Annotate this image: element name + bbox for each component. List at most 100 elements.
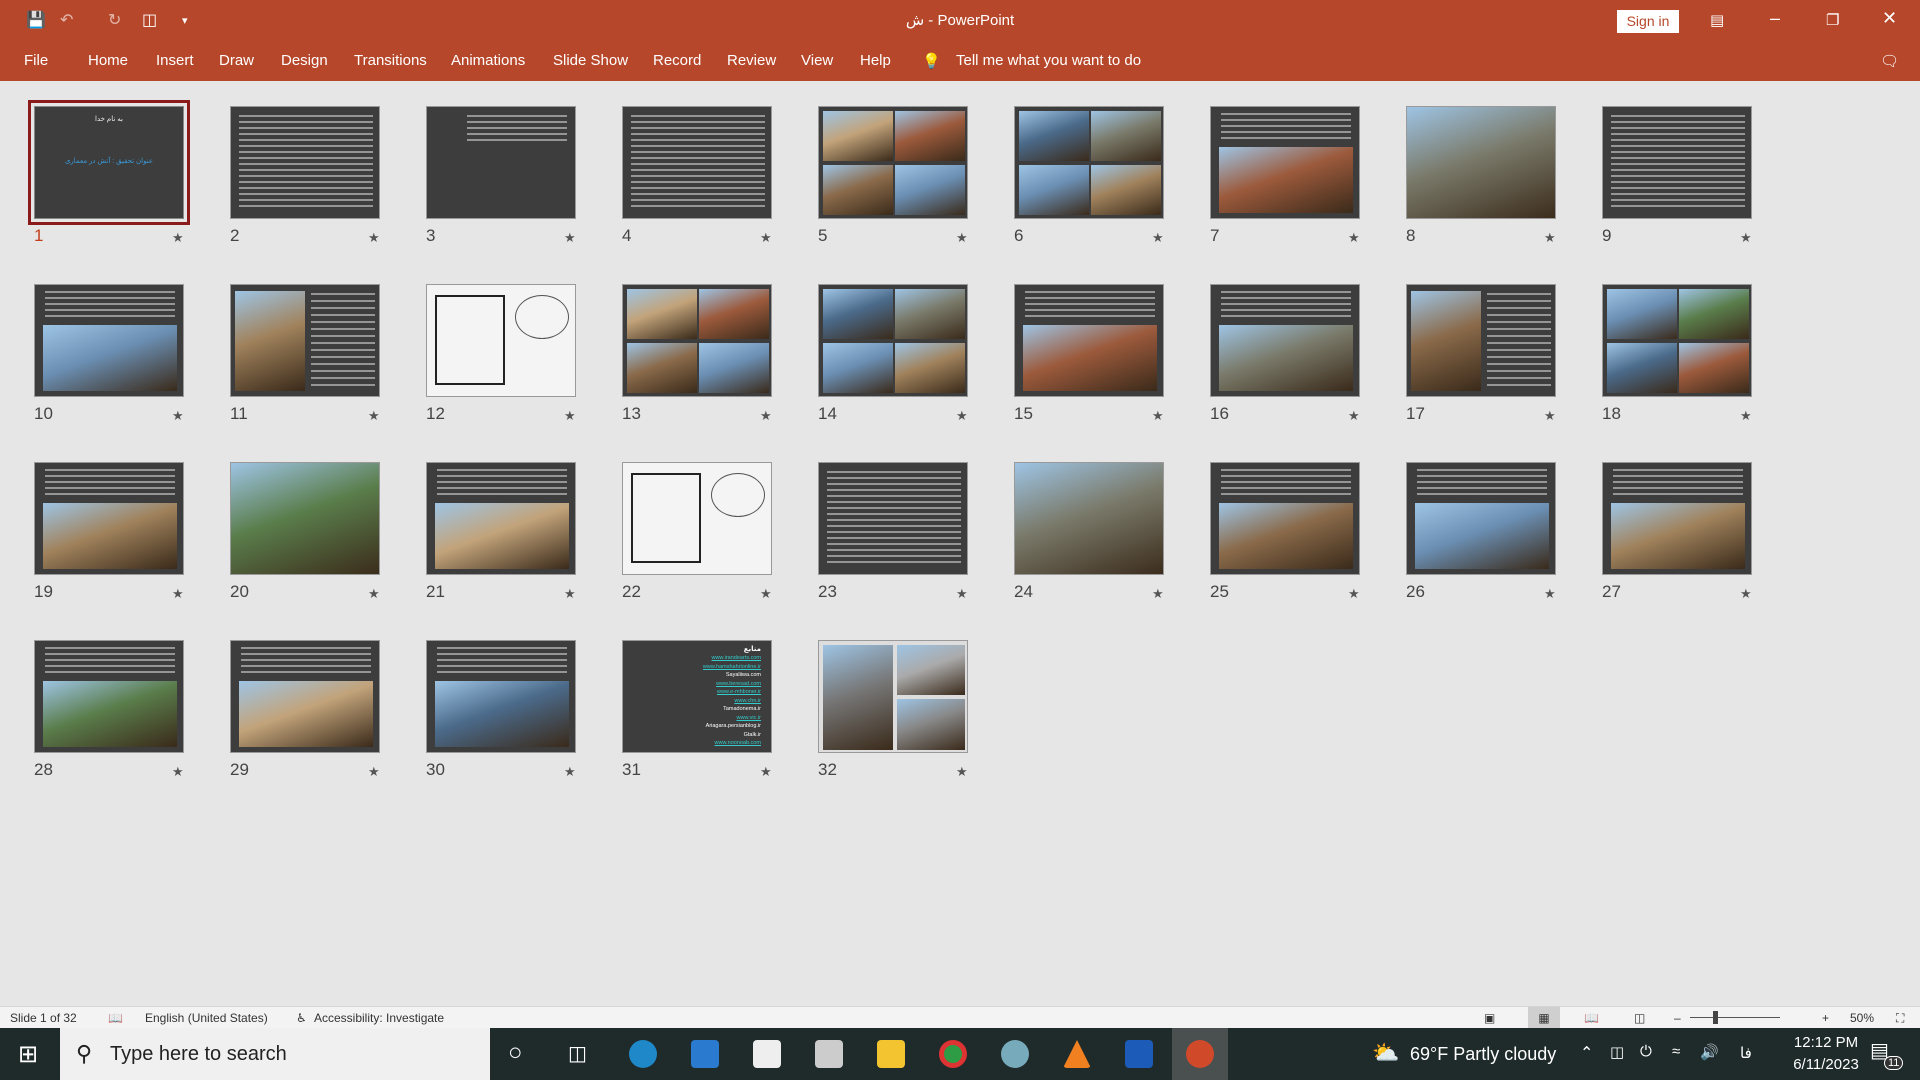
edge-icon[interactable]	[629, 1040, 657, 1068]
slide-thumbnail[interactable]	[230, 106, 380, 219]
animation-star-icon[interactable]: ★	[172, 230, 184, 246]
mail-icon[interactable]	[753, 1040, 781, 1068]
slide-thumbnail[interactable]: به نام خدا عنوان تحقیق : آتش در معماری	[28, 100, 190, 225]
word-icon[interactable]	[1125, 1040, 1153, 1068]
slideshow-view-icon[interactable]: ◫	[1634, 1011, 1645, 1025]
animation-star-icon[interactable]: ★	[1544, 408, 1556, 424]
slide-thumbnail[interactable]	[1014, 462, 1164, 575]
photos-icon[interactable]	[815, 1040, 843, 1068]
animation-star-icon[interactable]: ★	[760, 230, 772, 246]
slide-thumbnail[interactable]	[1014, 284, 1164, 397]
animation-star-icon[interactable]: ★	[956, 764, 968, 780]
animation-star-icon[interactable]: ★	[368, 408, 380, 424]
animation-star-icon[interactable]: ★	[956, 586, 968, 602]
animation-star-icon[interactable]: ★	[760, 764, 772, 780]
animation-star-icon[interactable]: ★	[760, 586, 772, 602]
taskbar-search[interactable]: ⚲ Type here to search	[60, 1028, 490, 1080]
animation-star-icon[interactable]: ★	[1740, 586, 1752, 602]
slide-thumbnail[interactable]	[230, 462, 380, 575]
animation-star-icon[interactable]: ★	[1152, 230, 1164, 246]
file-explorer-icon[interactable]	[877, 1040, 905, 1068]
slide-thumbnail[interactable]	[1406, 284, 1556, 397]
spell-check-icon[interactable]: 📖	[108, 1011, 123, 1025]
animation-star-icon[interactable]: ★	[760, 408, 772, 424]
volume-icon[interactable]: 🔊	[1700, 1043, 1719, 1061]
slide-thumbnail[interactable]	[426, 462, 576, 575]
animation-star-icon[interactable]: ★	[1152, 586, 1164, 602]
tab-help[interactable]: Help	[860, 52, 891, 69]
slide-thumbnail[interactable]	[426, 106, 576, 219]
chrome-icon[interactable]	[939, 1040, 967, 1068]
slide-sorter-view-icon[interactable]: ▦	[1528, 1007, 1560, 1029]
slide-thumbnail[interactable]	[818, 106, 968, 219]
slide-thumbnail[interactable]	[426, 640, 576, 753]
slide-thumbnail[interactable]	[1014, 106, 1164, 219]
slide-thumbnail[interactable]	[1602, 284, 1752, 397]
slide-thumbnail[interactable]	[818, 284, 968, 397]
animation-star-icon[interactable]: ★	[1348, 586, 1360, 602]
close-icon[interactable]: ✕	[1882, 8, 1897, 29]
animation-star-icon[interactable]: ★	[1348, 230, 1360, 246]
task-view-icon[interactable]: ◫	[568, 1041, 587, 1066]
animation-star-icon[interactable]: ★	[956, 230, 968, 246]
slide-thumbnail[interactable]	[34, 640, 184, 753]
animation-star-icon[interactable]: ★	[1152, 408, 1164, 424]
windows-start-icon[interactable]: ⊞	[18, 1040, 38, 1069]
slide-thumbnail[interactable]	[622, 462, 772, 575]
camera-icon[interactable]: ◫	[1610, 1043, 1624, 1061]
animation-star-icon[interactable]: ★	[1544, 586, 1556, 602]
tab-record[interactable]: Record	[653, 52, 701, 69]
zoom-slider-thumb[interactable]	[1712, 1011, 1718, 1024]
input-language[interactable]: فا	[1740, 1044, 1752, 1062]
slide-thumbnail[interactable]	[1602, 106, 1752, 219]
animation-star-icon[interactable]: ★	[956, 408, 968, 424]
slide-thumbnail[interactable]	[1210, 284, 1360, 397]
language[interactable]: English (United States)	[145, 1011, 268, 1025]
tab-file[interactable]: File	[24, 52, 48, 69]
animation-star-icon[interactable]: ★	[1348, 408, 1360, 424]
slide-thumbnail[interactable]	[1406, 462, 1556, 575]
fit-to-window-icon[interactable]: ⛶	[1896, 1011, 1904, 1026]
animation-star-icon[interactable]: ★	[368, 230, 380, 246]
minimize-icon[interactable]: –	[1770, 8, 1780, 29]
sign-in-button[interactable]: Sign in	[1617, 10, 1679, 33]
slide-thumbnail[interactable]	[230, 640, 380, 753]
tab-animations[interactable]: Animations	[451, 52, 525, 69]
animation-star-icon[interactable]: ★	[564, 586, 576, 602]
show-hidden-icons[interactable]: ⌃	[1580, 1043, 1593, 1063]
animation-star-icon[interactable]: ★	[1740, 408, 1752, 424]
tab-insert[interactable]: Insert	[156, 52, 194, 69]
accessibility-status[interactable]: Accessibility: Investigate	[314, 1011, 444, 1025]
tab-review[interactable]: Review	[727, 52, 776, 69]
slide-thumbnail[interactable]	[622, 284, 772, 397]
animation-star-icon[interactable]: ★	[1544, 230, 1556, 246]
animation-star-icon[interactable]: ★	[368, 586, 380, 602]
zoom-slider[interactable]	[1690, 1017, 1780, 1018]
slide-thumbnail[interactable]	[818, 640, 968, 753]
vlc-icon[interactable]	[1063, 1040, 1091, 1068]
store-icon[interactable]	[691, 1040, 719, 1068]
slide-thumbnail[interactable]	[1210, 106, 1360, 219]
battery-icon[interactable]: ⏻	[1640, 1043, 1652, 1060]
slide-thumbnail[interactable]	[426, 284, 576, 397]
slide-thumbnail[interactable]	[230, 284, 380, 397]
animation-star-icon[interactable]: ★	[564, 230, 576, 246]
animation-star-icon[interactable]: ★	[368, 764, 380, 780]
powerpoint-taskbar-button[interactable]	[1172, 1028, 1228, 1080]
zoom-out-button[interactable]: –	[1674, 1011, 1681, 1025]
weather-text[interactable]: 69°F Partly cloudy	[1410, 1044, 1556, 1065]
slide-thumbnail[interactable]	[1210, 462, 1360, 575]
wifi-icon[interactable]: ≈	[1672, 1043, 1680, 1060]
reading-view-icon[interactable]: 📖	[1584, 1011, 1599, 1025]
animation-star-icon[interactable]: ★	[172, 764, 184, 780]
tab-transitions[interactable]: Transitions	[354, 52, 427, 69]
cortana-icon[interactable]: ○	[508, 1039, 523, 1067]
animation-star-icon[interactable]: ★	[172, 408, 184, 424]
tab-slide-show[interactable]: Slide Show	[553, 52, 628, 69]
zoom-level[interactable]: 50%	[1850, 1011, 1874, 1025]
weather-icon[interactable]: ⛅	[1372, 1040, 1399, 1066]
comments-icon[interactable]: 🗨	[1880, 52, 1899, 70]
normal-view-icon[interactable]: ▣	[1484, 1011, 1495, 1025]
slide-thumbnail[interactable]: منابع www.irandearts.com www.hamshahrionli…	[622, 640, 772, 753]
slide-thumbnail[interactable]	[1602, 462, 1752, 575]
